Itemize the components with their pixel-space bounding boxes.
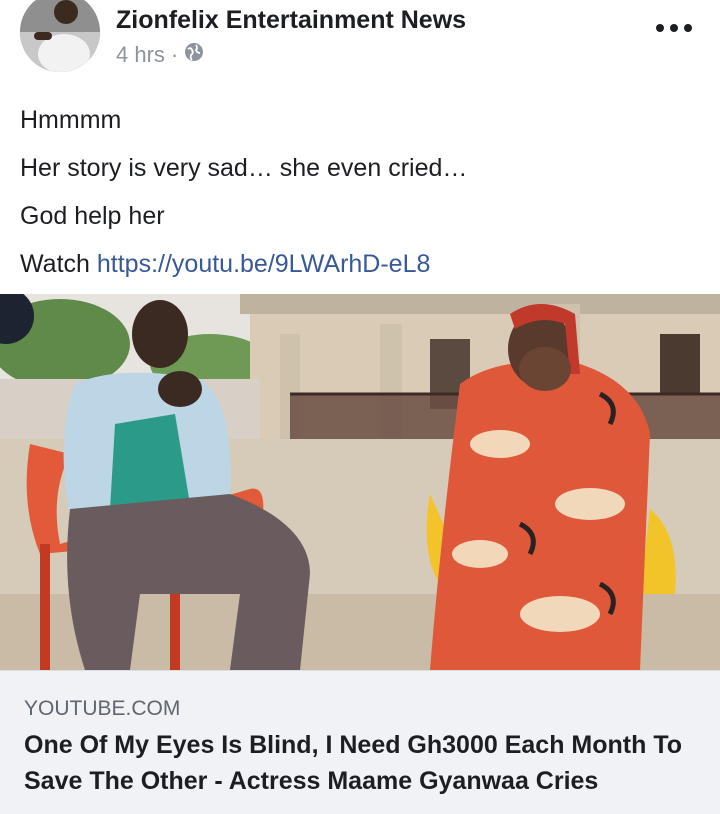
post-line: Her story is very sad… she even cried… [20, 154, 468, 182]
link-domain: YOUTUBE.COM [24, 697, 181, 720]
post-line: God help her [20, 202, 165, 230]
youtube-link[interactable]: https://youtu.be/9LWArhD-eL8 [97, 250, 431, 278]
video-thumbnail[interactable] [0, 294, 720, 670]
post-line: Hmmmm [20, 106, 122, 134]
post-header: Zionfelix Entertainment News 4 hrs · [0, 0, 720, 90]
link-title[interactable]: One Of My Eyes Is Blind, I Need Gh3000 E… [24, 727, 704, 799]
post-message: Hmmmm Her story is very sad… she even cr… [20, 96, 700, 288]
globe-icon [184, 42, 204, 68]
post-time[interactable]: 4 hrs [116, 42, 165, 68]
link-preview-caption[interactable]: YOUTUBE.COM One Of My Eyes Is Blind, I N… [0, 670, 720, 814]
post-line-watch: Watch https://youtu.be/9LWArhD-eL8 [20, 240, 700, 288]
avatar[interactable] [20, 0, 100, 72]
meta-separator: · [170, 42, 179, 67]
more-options-icon[interactable] [656, 20, 692, 36]
watch-text: Watch [20, 250, 90, 278]
page-name[interactable]: Zionfelix Entertainment News [116, 6, 466, 35]
post-meta: 4 hrs · [116, 42, 204, 68]
